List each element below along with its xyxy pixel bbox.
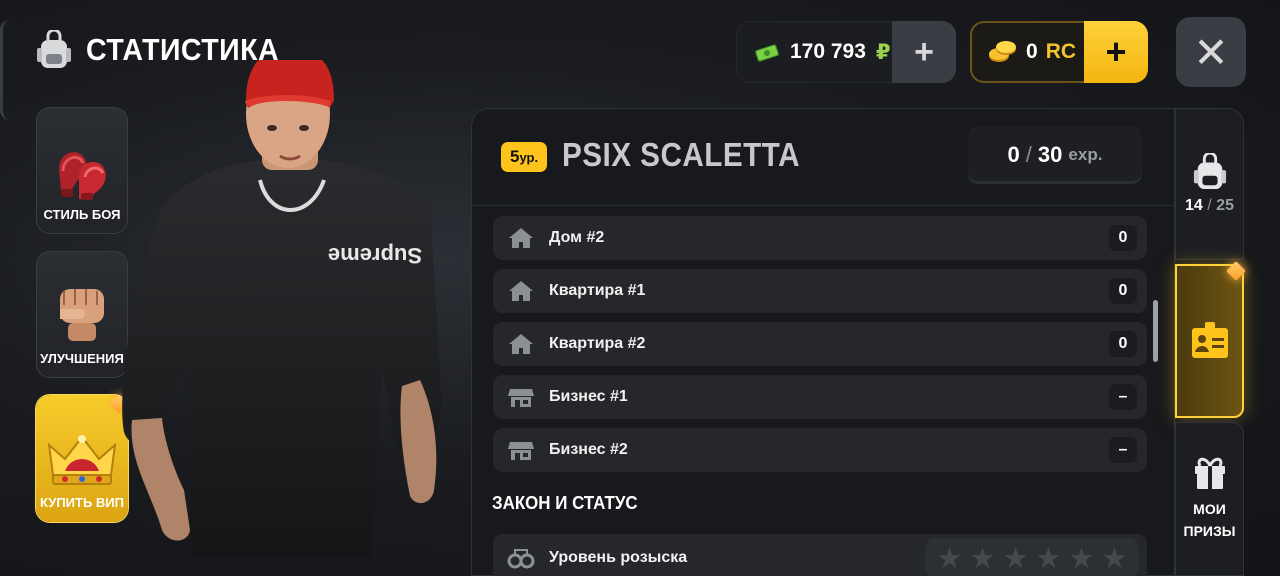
house-icon	[509, 334, 533, 354]
property-label: Квартира #2	[549, 335, 646, 352]
cash-unit: ₽	[875, 40, 891, 64]
experience-box: 0 / 30 exp.	[968, 126, 1142, 184]
id-card-icon	[1191, 322, 1228, 358]
player-name: PSIX SCALETTA	[562, 136, 800, 173]
wanted-star-icon: ★	[1101, 542, 1128, 575]
close-button[interactable]: ✕	[1176, 17, 1246, 87]
coins-icon	[989, 41, 1016, 62]
buy-vip-label: КУПИТЬ ВИП	[39, 495, 124, 510]
property-label: Квартира #1	[549, 282, 646, 299]
property-value: –	[1109, 384, 1137, 410]
profile-header: 5 ур. PSIX SCALETTA 0 / 30 exp.	[471, 108, 1175, 206]
exp-current: 0	[1007, 142, 1020, 167]
level-badge: 5 ур.	[501, 142, 548, 172]
inventory-counter: 14 / 25	[1185, 197, 1234, 215]
house-icon	[509, 281, 533, 301]
rc-value: 0	[1026, 40, 1038, 63]
buy-vip-button[interactable]: КУПИТЬ ВИП	[36, 395, 128, 522]
rc-balance: 0 RC +	[970, 21, 1148, 83]
upgrades-button[interactable]: УЛУЧШЕНИЯ	[36, 251, 128, 378]
my-prizes-label: МОИ ПРИЗЫ	[1184, 498, 1236, 542]
shop-icon	[508, 442, 534, 460]
exp-separator: /	[1025, 142, 1032, 167]
fight-style-label: СТИЛЬ БОЯ	[43, 207, 121, 222]
property-row-apartment-1[interactable]: Квартира #1 0	[493, 269, 1147, 313]
wanted-star-icon: ★	[1035, 542, 1062, 575]
backpack-icon	[1193, 153, 1226, 189]
fight-style-button[interactable]: СТИЛЬ БОЯ	[36, 107, 128, 234]
boxing-gloves-icon	[59, 152, 106, 200]
wanted-star-icon: ★	[936, 542, 963, 575]
wanted-level-row: Уровень розыска ★ ★ ★ ★ ★ ★	[493, 534, 1147, 576]
fist-icon	[60, 289, 104, 341]
money-icon	[755, 44, 779, 62]
cash-value: 170 793	[790, 40, 866, 63]
wanted-star-icon: ★	[1068, 542, 1095, 575]
upgrades-label: УЛУЧШЕНИЯ	[40, 351, 124, 366]
wanted-star-icon: ★	[1002, 542, 1029, 575]
screen-edge-decoration	[0, 20, 10, 120]
my-prizes-line2: ПРИЗЫ	[1183, 523, 1236, 539]
inventory-count: 14	[1185, 197, 1203, 214]
tab-inventory[interactable]: 14 / 25	[1175, 108, 1244, 260]
level-number: 5	[510, 147, 520, 166]
law-status-heading: ЗАКОН И СТАТУС	[492, 493, 638, 513]
property-row-apartment-2[interactable]: Квартира #2 0	[493, 322, 1147, 366]
level-unit: ур.	[519, 149, 539, 165]
shirt-logo: Supreme	[328, 243, 422, 268]
inventory-separator: /	[1207, 197, 1212, 214]
player-character: Supreme	[122, 60, 442, 558]
exp-max: 30	[1037, 142, 1063, 167]
shop-icon	[508, 389, 534, 407]
house-icon	[509, 228, 533, 248]
property-value: 0	[1109, 278, 1137, 304]
wanted-level-label: Уровень розыска	[549, 549, 688, 566]
property-label: Бизнес #2	[549, 441, 628, 458]
rc-unit: RC	[1045, 40, 1077, 63]
panel-scrollbar[interactable]	[1153, 300, 1158, 362]
exp-unit: exp.	[1068, 145, 1103, 164]
tab-stats-active[interactable]	[1175, 264, 1244, 418]
add-rc-button[interactable]: +	[1084, 21, 1148, 83]
property-label: Бизнес #1	[549, 388, 628, 405]
property-value: 0	[1109, 331, 1137, 357]
inventory-max: 25	[1216, 197, 1234, 214]
backpack-icon	[37, 30, 71, 68]
crown-icon	[47, 435, 117, 485]
my-prizes-line1: МОИ	[1193, 501, 1226, 517]
stats-panel: 5 ур. PSIX SCALETTA 0 / 30 exp. Дом #2 0 …	[471, 108, 1175, 576]
property-value: 0	[1109, 225, 1137, 251]
wanted-star-icon: ★	[969, 542, 996, 575]
handcuffs-icon	[507, 549, 535, 569]
property-row-business-2[interactable]: Бизнес #2 –	[493, 428, 1147, 472]
gift-icon	[1194, 457, 1225, 489]
add-cash-button[interactable]: +	[892, 21, 956, 83]
cash-balance: 170 793 ₽ +	[736, 21, 956, 83]
wanted-stars: ★ ★ ★ ★ ★ ★	[925, 538, 1139, 576]
property-label: Дом #2	[549, 229, 605, 246]
property-value: –	[1109, 437, 1137, 463]
property-row-house-2[interactable]: Дом #2 0	[493, 216, 1147, 260]
property-row-business-1[interactable]: Бизнес #1 –	[493, 375, 1147, 419]
tab-my-prizes[interactable]: МОИ ПРИЗЫ	[1175, 422, 1244, 576]
